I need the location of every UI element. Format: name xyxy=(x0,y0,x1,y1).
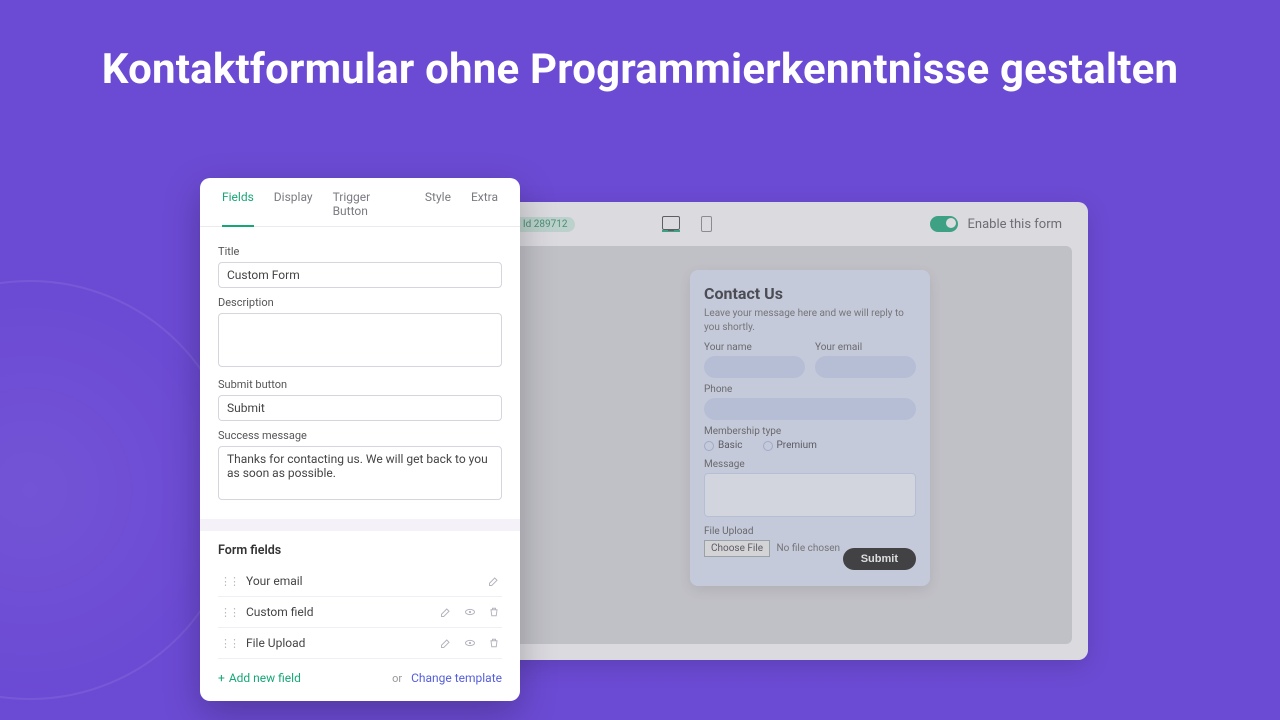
mobile-view-icon[interactable] xyxy=(698,216,716,232)
drag-handle-icon[interactable]: ⋮⋮ xyxy=(220,606,238,619)
input-title[interactable] xyxy=(218,262,502,288)
enable-form-toggle[interactable] xyxy=(930,216,958,232)
edit-icon[interactable] xyxy=(488,575,500,587)
choose-file-button[interactable]: Choose File xyxy=(704,540,770,557)
field-label: Custom field xyxy=(246,605,313,619)
tab-extra[interactable]: Extra xyxy=(471,190,498,226)
label-your-name: Your name xyxy=(704,342,805,353)
label-success-message: Success message xyxy=(218,429,502,442)
input-your-name[interactable] xyxy=(704,356,805,378)
drag-handle-icon[interactable]: ⋮⋮ xyxy=(220,637,238,650)
label-message: Message xyxy=(704,459,916,470)
input-success-message[interactable]: Thanks for contacting us. We will get ba… xyxy=(218,446,502,500)
contact-subtitle: Leave your message here and we will repl… xyxy=(704,307,916,334)
eye-icon[interactable] xyxy=(464,637,476,649)
no-file-text: No file chosen xyxy=(777,543,841,554)
field-row-file-upload[interactable]: ⋮⋮ File Upload xyxy=(218,628,502,659)
add-field-label: Add new field xyxy=(229,671,301,685)
label-phone: Phone xyxy=(704,384,916,395)
or-text: or xyxy=(392,672,402,685)
marketing-headline: Kontaktformular ohne Programmierkenntnis… xyxy=(0,46,1280,94)
tab-trigger-button[interactable]: Trigger Button xyxy=(333,190,405,226)
plus-icon: + xyxy=(218,671,225,685)
edit-icon[interactable] xyxy=(440,606,452,618)
form-editor-panel: Fields Display Trigger Button Style Extr… xyxy=(200,178,520,701)
tab-fields[interactable]: Fields xyxy=(222,190,254,227)
input-description[interactable] xyxy=(218,313,502,367)
drag-handle-icon[interactable]: ⋮⋮ xyxy=(220,575,238,588)
radio-basic-label: Basic xyxy=(718,440,743,451)
tab-display[interactable]: Display xyxy=(274,190,313,226)
input-submit-button[interactable] xyxy=(218,395,502,421)
contact-title: Contact Us xyxy=(704,284,916,303)
trash-icon[interactable] xyxy=(488,606,500,618)
radio-premium[interactable]: Premium xyxy=(763,440,817,451)
field-label: Your email xyxy=(246,574,303,588)
input-your-email[interactable] xyxy=(815,356,916,378)
label-your-email: Your email xyxy=(815,342,916,353)
label-title: Title xyxy=(218,245,502,258)
field-row-your-email[interactable]: ⋮⋮ Your email xyxy=(218,566,502,597)
editor-tabs: Fields Display Trigger Button Style Extr… xyxy=(200,178,520,227)
label-file-upload: File Upload xyxy=(704,526,916,537)
tab-style[interactable]: Style xyxy=(425,190,451,226)
edit-icon[interactable] xyxy=(440,637,452,649)
add-new-field-link[interactable]: + Add new field xyxy=(218,671,301,685)
input-phone[interactable] xyxy=(704,398,916,420)
radio-basic[interactable]: Basic xyxy=(704,440,743,451)
field-row-custom-field[interactable]: ⋮⋮ Custom field xyxy=(218,597,502,628)
trash-icon[interactable] xyxy=(488,637,500,649)
change-template-link[interactable]: Change template xyxy=(411,671,502,685)
label-membership: Membership type xyxy=(704,426,916,437)
radio-premium-label: Premium xyxy=(777,440,817,451)
input-message[interactable] xyxy=(704,473,916,517)
field-label: File Upload xyxy=(246,636,305,650)
eye-icon[interactable] xyxy=(464,606,476,618)
label-description: Description xyxy=(218,296,502,309)
contact-form-preview: Contact Us Leave your message here and w… xyxy=(690,270,930,586)
desktop-view-icon[interactable] xyxy=(662,216,680,232)
form-fields-heading: Form fields xyxy=(218,543,502,558)
preview-submit-button[interactable]: Submit xyxy=(843,548,916,570)
label-submit-button: Submit button xyxy=(218,378,502,391)
enable-form-label: Enable this form xyxy=(968,217,1062,232)
